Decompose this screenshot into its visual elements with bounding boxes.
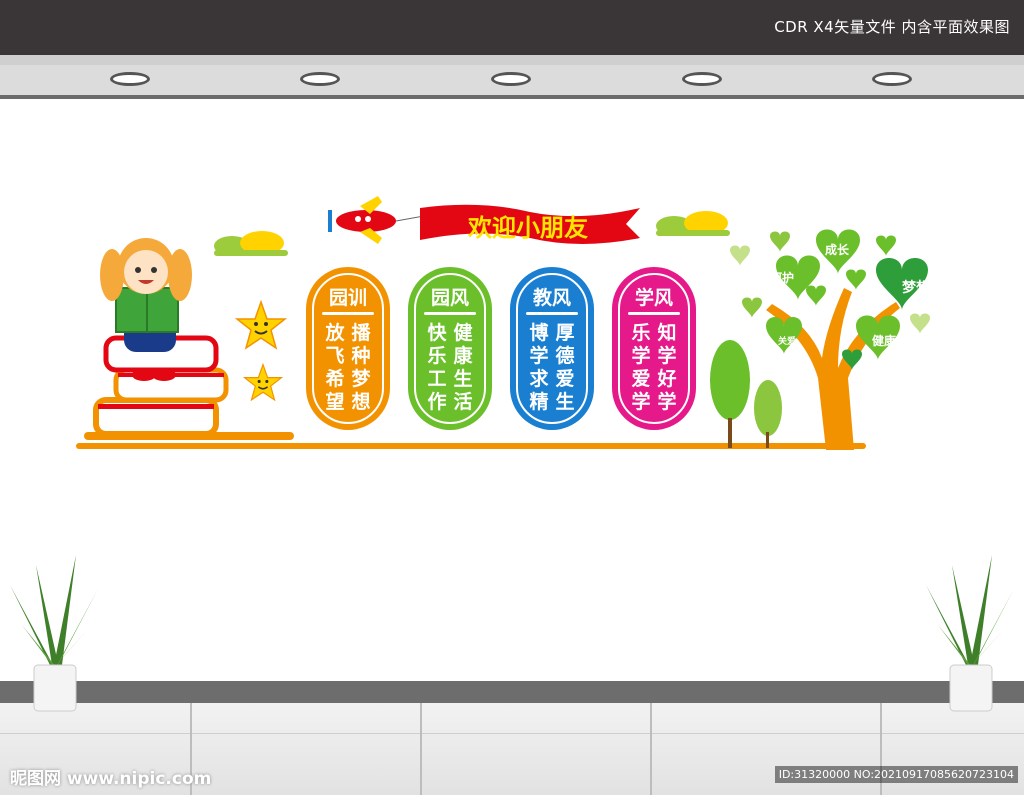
tree-label: 健康 bbox=[871, 334, 896, 348]
panel-text: 健康生活 bbox=[453, 322, 473, 413]
panel-heading: 教风 bbox=[532, 287, 571, 309]
cloud-icon bbox=[214, 231, 288, 256]
ceiling-light-icon bbox=[300, 72, 340, 86]
base-line-short bbox=[84, 432, 294, 440]
potted-plant-icon bbox=[10, 555, 98, 712]
panel-divider bbox=[424, 312, 476, 315]
panel-yuanfeng: 园风 快乐工作 健康生活 bbox=[408, 267, 492, 430]
airplane-icon bbox=[328, 196, 424, 244]
panel-heading: 园风 bbox=[430, 287, 469, 309]
tree-label: 呵护 bbox=[769, 271, 794, 285]
star-face-icon bbox=[243, 363, 283, 402]
floor-seam bbox=[0, 733, 1024, 734]
panel-yuanxun: 园训 放飞希望 播种梦想 bbox=[306, 267, 390, 430]
panel-text: 播种梦想 bbox=[351, 322, 371, 413]
cloud-icon bbox=[656, 211, 730, 236]
panel-text: 放飞希望 bbox=[325, 322, 345, 413]
panel-heading: 园训 bbox=[328, 287, 367, 309]
wall-skirting bbox=[0, 681, 1024, 703]
tree-label: 关爱 bbox=[777, 337, 796, 347]
ceiling-light-icon bbox=[110, 72, 150, 86]
panel-jiaofeng: 教风 博学求精 厚德爱生 bbox=[510, 267, 594, 430]
panel-divider bbox=[628, 312, 680, 315]
panel-divider bbox=[526, 312, 578, 315]
banner-text: 欢迎小朋友 bbox=[468, 213, 588, 242]
panel-text: 厚德爱生 bbox=[555, 322, 575, 413]
tree-label: 梦想 bbox=[902, 280, 930, 296]
panel-xuefeng: 学风 乐学爱学 知学好学 bbox=[612, 267, 696, 430]
ceiling-light-icon bbox=[682, 72, 722, 86]
panel-text: 博学求精 bbox=[529, 322, 549, 413]
panel-heading: 学风 bbox=[634, 287, 673, 309]
ceiling-light-icon bbox=[491, 72, 531, 86]
potted-plant-icon bbox=[926, 555, 1014, 712]
panel-text: 知学好学 bbox=[657, 322, 677, 413]
star-face-icon bbox=[235, 300, 287, 350]
floor-seam bbox=[420, 703, 422, 795]
panel-text: 乐学爱学 bbox=[631, 322, 651, 413]
panel-divider bbox=[322, 312, 374, 315]
watermark: 昵图网 www.nipic.com bbox=[10, 769, 212, 789]
top-bar: CDR X4矢量文件 内含平面效果图 bbox=[0, 0, 1024, 55]
header-title: CDR X4矢量文件 内含平面效果图 bbox=[774, 18, 1010, 36]
panel-text: 快乐工作 bbox=[427, 322, 447, 413]
floor-seam bbox=[650, 703, 652, 795]
ceiling-strip bbox=[0, 55, 1024, 65]
ceiling-light-icon bbox=[872, 72, 912, 86]
image-id: ID:31320000 NO:20210917085620723104 bbox=[774, 766, 1018, 783]
tree-label: 成长 bbox=[824, 243, 849, 257]
